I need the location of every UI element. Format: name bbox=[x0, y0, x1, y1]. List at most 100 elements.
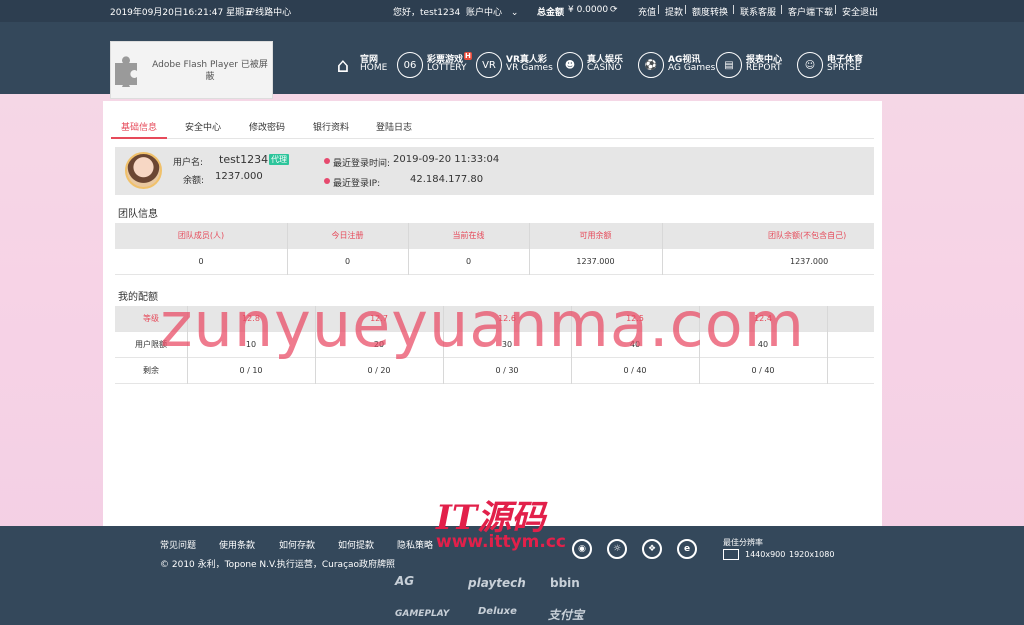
table-cell: 1237.000 bbox=[790, 257, 829, 266]
chevron-down-icon: ⌄ bbox=[510, 8, 519, 18]
topbar-link-withdraw[interactable]: 提款 bbox=[665, 5, 683, 18]
nav-sublabel: VR Games bbox=[506, 63, 553, 73]
avatar bbox=[125, 152, 162, 189]
refresh-icon[interactable]: ⟳ bbox=[610, 5, 618, 15]
tab-security-center[interactable]: 安全中心 bbox=[185, 120, 221, 133]
copyright: © 2010 永利，Topone N.V.执行运营，Curaçao政府牌照 bbox=[160, 560, 396, 570]
balance-label: 余额: bbox=[183, 176, 205, 186]
table-cell: 0 bbox=[465, 257, 472, 266]
divider: | bbox=[834, 5, 838, 15]
table-cell: 0 / 40 bbox=[623, 366, 647, 375]
tab-basic-info[interactable]: 基础信息 bbox=[121, 120, 157, 133]
total-label: 总金额 bbox=[537, 8, 565, 18]
datetime: 2019年09月20日16:21:47 星期五 bbox=[110, 8, 254, 18]
header-cell: 可用余额 bbox=[579, 231, 612, 240]
report-icon: ▤ bbox=[716, 52, 742, 78]
plugin-puzzle-icon bbox=[115, 56, 137, 87]
user-summary: 用户名: test1234 代理 余额: 1237.000 最近登录时间: 20… bbox=[115, 147, 874, 195]
table-cell: 0 / 10 bbox=[239, 366, 263, 375]
my-quota-title: 我的配额 bbox=[118, 292, 158, 303]
hot-badge: H bbox=[464, 52, 472, 60]
last-login-ip-value: 42.184.177.80 bbox=[410, 174, 484, 185]
home-icon: ⌂ bbox=[336, 53, 350, 77]
table-cell: 0 / 40 bbox=[751, 366, 775, 375]
tab-bar: 基础信息 安全中心 修改密码 银行资料 登陆日志 bbox=[111, 113, 874, 139]
last-login-ip-label: 最近登录IP: bbox=[333, 179, 381, 189]
table-cell: 0 bbox=[198, 257, 204, 266]
resolution-1920: 1920x1080 bbox=[789, 550, 835, 559]
header-cell: 团队成员(人) bbox=[177, 231, 225, 240]
ie-icon: e bbox=[677, 539, 697, 559]
nav-sublabel: AG Games bbox=[668, 63, 716, 73]
top-info-bar: 2019年09月20日16:21:47 星期五 ☍线路中心 您好，test123… bbox=[0, 0, 1024, 22]
tab-login-log[interactable]: 登陆日志 bbox=[376, 120, 412, 133]
partner-playtech-logo: playtech bbox=[468, 576, 526, 590]
table-cell: 1237.000 bbox=[576, 257, 615, 266]
header-cell: 当前在线 bbox=[452, 231, 485, 240]
topbar-link-logout[interactable]: 安全退出 bbox=[842, 5, 878, 18]
nav-sublabel: HOME bbox=[360, 63, 388, 73]
divider: | bbox=[657, 5, 661, 15]
agent-badge: 代理 bbox=[269, 154, 289, 165]
monitor-icon bbox=[723, 549, 739, 560]
table-row: 剩余 0 / 10 0 / 20 0 / 30 0 / 40 0 / 40 bbox=[115, 358, 874, 384]
team-info-title: 团队信息 bbox=[118, 209, 158, 220]
lottery-icon: 06 bbox=[397, 52, 423, 78]
tab-change-password[interactable]: 修改密码 bbox=[249, 120, 285, 133]
partner-bbin-logo: bbin bbox=[550, 576, 580, 590]
greeting: 您好，test1234 bbox=[393, 8, 461, 18]
partner-alipay-logo: 支付宝 bbox=[548, 608, 585, 622]
table-cell: 0 / 30 bbox=[495, 366, 519, 375]
line-center-link[interactable]: ☍线路中心 bbox=[246, 5, 291, 18]
firefox-icon: ☼ bbox=[607, 539, 627, 559]
safari-icon: ❖ bbox=[642, 539, 662, 559]
header-cell: 团队余额(不包含自己) bbox=[768, 231, 847, 240]
flash-notice-text: Adobe Flash Player 已被屏蔽 bbox=[152, 60, 268, 82]
divider bbox=[827, 306, 828, 332]
table-cell: 0 bbox=[344, 257, 351, 266]
footer-link-privacy[interactable]: 隐私策略 bbox=[397, 538, 433, 551]
table-header-row: 团队成员(人) 今日注册 当前在线 可用余额 团队余额(不包含自己) bbox=[115, 223, 874, 249]
bullet-dot bbox=[324, 178, 330, 184]
balance-value: 1237.000 bbox=[215, 171, 263, 182]
nav-sublabel: REPORT bbox=[746, 63, 782, 73]
partner-deluxe-logo: Deluxe bbox=[478, 606, 517, 617]
table-cell: 0 / 20 bbox=[367, 366, 391, 375]
partner-ag-logo: AG bbox=[395, 574, 415, 588]
tab-bank-info[interactable]: 银行资料 bbox=[313, 120, 349, 133]
footer-link-withdraw-help[interactable]: 如何提款 bbox=[338, 538, 374, 551]
vr-icon: VR bbox=[476, 52, 502, 78]
divider bbox=[827, 332, 828, 358]
watermark-url: www.ittym.cc bbox=[436, 532, 566, 552]
topbar-link-download[interactable]: 客户端下载 bbox=[788, 5, 833, 18]
flash-blocked-placeholder[interactable]: Adobe Flash Player 已被屏蔽 bbox=[110, 41, 273, 99]
footer-link-terms[interactable]: 使用条款 bbox=[219, 538, 255, 551]
topbar-link-transfer[interactable]: 额度转换 bbox=[692, 5, 728, 18]
row-label: 剩余 bbox=[143, 366, 159, 375]
nav-sublabel: SPRTSE bbox=[827, 63, 861, 73]
resolution-1440: 1440x900 bbox=[745, 550, 786, 559]
casino-icon: ☻ bbox=[557, 52, 583, 78]
last-login-time-value: 2019-09-20 11:33:04 bbox=[393, 154, 500, 165]
partner-gameplay-logo: GAMEPLAY bbox=[395, 609, 450, 619]
last-login-time-label: 最近登录时间: bbox=[333, 159, 391, 169]
bullet-dot bbox=[324, 158, 330, 164]
divider: | bbox=[732, 5, 736, 15]
link-icon: ☍ bbox=[246, 8, 256, 18]
account-center-label: 账户中心 bbox=[466, 8, 503, 18]
ag-icon: ⚽ bbox=[638, 52, 664, 78]
topbar-link-deposit[interactable]: 充值 bbox=[638, 5, 656, 18]
username-label: 用户名: bbox=[173, 158, 204, 168]
footer-link-faq[interactable]: 常见问题 bbox=[160, 538, 196, 551]
nav-sublabel: CASINO bbox=[587, 63, 622, 73]
divider: | bbox=[780, 5, 784, 15]
footer-link-deposit-help[interactable]: 如何存款 bbox=[279, 538, 315, 551]
nav-sublabel: LOTTERY bbox=[427, 63, 467, 73]
account-center-dropdown[interactable]: 账户中心 ⌄ bbox=[466, 5, 518, 18]
topbar-link-support[interactable]: 联系客服 bbox=[740, 5, 776, 18]
table-row: 0 0 0 1237.000 1237.000 bbox=[115, 249, 874, 275]
header-cell: 今日注册 bbox=[331, 231, 364, 240]
resolution-title: 最佳分辨率 bbox=[723, 538, 763, 547]
chrome-icon: ◉ bbox=[572, 539, 592, 559]
username-value: test1234 bbox=[219, 153, 269, 166]
